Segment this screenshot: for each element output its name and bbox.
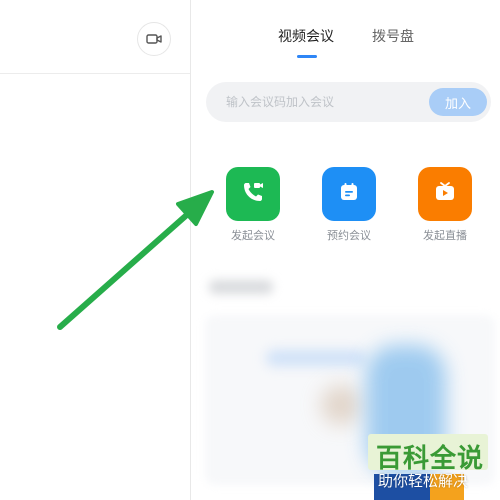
watermark-top: 百科全说 bbox=[368, 434, 488, 474]
arrow-shaft bbox=[57, 202, 201, 330]
watermark-subtitle: 助你轻松解决 bbox=[378, 472, 469, 490]
annotation-arrow bbox=[57, 190, 214, 330]
watermark-logo: 百科全说 助你轻松解决 bbox=[368, 434, 500, 500]
watermark-bottom: 助你轻松解决 bbox=[374, 470, 498, 500]
